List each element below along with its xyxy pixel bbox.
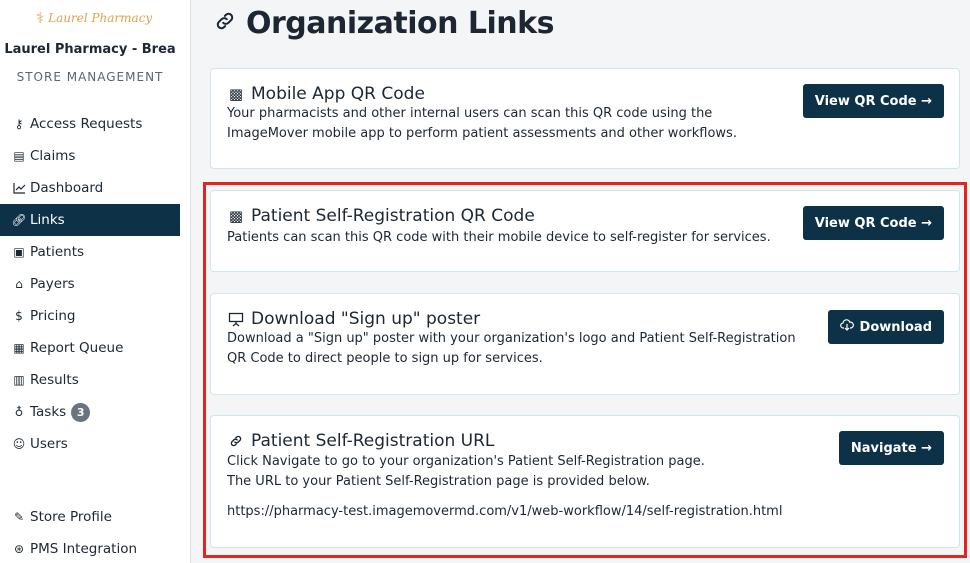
cloud-download-icon [839, 319, 854, 335]
link-icon [214, 10, 236, 38]
sidebar-item-pms-integration[interactable]: ⊛ PMS Integration [0, 533, 180, 563]
pencil-icon: ✎ [13, 510, 25, 524]
people-key-icon: ⚷ [14, 117, 24, 131]
page-header: Organization Links [214, 6, 554, 41]
card-title-text: Mobile App QR Code [251, 84, 425, 104]
sidebar-item-pricing[interactable]: $ Pricing [0, 300, 180, 332]
view-mobile-qr-button[interactable]: View QR Code → [802, 84, 944, 118]
card-title-text: Patient Self-Registration QR Code [251, 206, 535, 226]
sidebar-item-claims[interactable]: ▤ Claims [0, 140, 180, 172]
bank-icon: ⌂ [15, 277, 23, 291]
card-patient-self-registration-qr: ▩ Patient Self-Registration QR Code Pati… [210, 190, 960, 272]
report-icon: ▦ [13, 341, 25, 355]
sidebar-item-access-requests[interactable]: ⚷ Access Requests [0, 108, 180, 140]
sidebar-item-label: Payers [30, 276, 75, 292]
sidebar-item-label: Users [30, 436, 68, 452]
sidebar-item-label: Claims [30, 148, 76, 164]
card-description: Download a "Sign up" poster with your or… [227, 331, 796, 366]
store-name: Laurel Pharmacy - Brea [4, 42, 176, 57]
card-download-poster: Download "Sign up" poster Download a "Si… [210, 293, 960, 395]
sidebar-item-label: Dashboard [30, 180, 104, 196]
download-poster-button[interactable]: Download [827, 310, 944, 344]
card-description-line-2: The URL to your Patient Self-Registratio… [227, 474, 650, 489]
sidebar-item-links[interactable]: 🔗︎ Links [0, 204, 180, 236]
logo-text: Laurel Pharmacy [48, 11, 153, 25]
card-description: Patients can scan this QR code with thei… [227, 230, 771, 245]
sidebar-item-report-queue[interactable]: ▦ Report Queue [0, 332, 180, 364]
card-mobile-app-qr: ▩ Mobile App QR Code Your pharmacists an… [210, 68, 960, 169]
download-button-label: Download [859, 319, 932, 335]
users-icon: ☺ [12, 437, 26, 451]
sidebar-item-users[interactable]: ☺ Users [0, 428, 180, 460]
sidebar-item-label: Tasks [30, 404, 67, 420]
sidebar-item-label: Store Profile [30, 509, 112, 525]
sidebar-item-patients[interactable]: ▣ Patients [0, 236, 180, 268]
price-tag-icon: $ [15, 309, 23, 323]
sidebar-nav: ⚷ Access Requests ▤ Claims Dashboard 🔗︎ … [0, 108, 180, 460]
presentation-board-icon [227, 312, 245, 327]
sidebar-item-label: PMS Integration [30, 541, 138, 557]
line-chart-icon [11, 182, 27, 194]
sidebar-item-label: Links [30, 212, 65, 228]
sidebar-item-label: Patients [30, 244, 85, 260]
qr-code-icon: ▩ [228, 85, 244, 103]
page-title: Organization Links [246, 6, 554, 41]
sidebar-item-tasks[interactable]: ♁ Tasks 3 [0, 396, 180, 428]
results-icon: ▥ [13, 373, 25, 387]
qr-code-icon: ▩ [228, 207, 244, 225]
card-description: Your pharmacists and other internal user… [227, 106, 737, 141]
pharmacy-logo-icon: ⚕ [36, 9, 45, 27]
card-patient-self-registration-url: Patient Self-Registration URL Click Navi… [210, 415, 960, 548]
card-title-text: Patient Self-Registration URL [251, 431, 495, 451]
tasks-count-badge: 3 [71, 402, 91, 422]
lightbulb-icon: ♁ [14, 405, 24, 419]
sidebar-item-results[interactable]: ▥ Results [0, 364, 180, 396]
id-card-icon: ▣ [13, 245, 25, 259]
sidebar-item-payers[interactable]: ⌂ Payers [0, 268, 180, 300]
view-patient-qr-button[interactable]: View QR Code → [802, 206, 944, 240]
card-title: Download "Sign up" poster [227, 309, 480, 329]
card-title: ▩ Patient Self-Registration QR Code [227, 206, 535, 226]
sidebar-item-dashboard[interactable]: Dashboard [0, 172, 180, 204]
store-subtitle: STORE MANAGEMENT [16, 70, 164, 84]
sidebar-bottom-nav: ✎ Store Profile ⊛ PMS Integration [0, 501, 180, 563]
document-list-icon: ▤ [13, 149, 25, 163]
link-icon [227, 434, 245, 448]
sidebar-item-store-profile[interactable]: ✎ Store Profile [0, 501, 180, 533]
link-icon: 🔗︎ [11, 213, 27, 227]
sidebar-item-label: Access Requests [30, 116, 143, 132]
sidebar: ⚕ Laurel Pharmacy Laurel Pharmacy - Brea… [0, 0, 191, 563]
sidebar-item-label: Pricing [30, 308, 76, 324]
integration-icon: ⊛ [13, 542, 25, 556]
store-logo[interactable]: ⚕ Laurel Pharmacy [36, 8, 152, 28]
card-description-line-1: Click Navigate to go to your organizatio… [227, 454, 705, 469]
navigate-button[interactable]: Navigate → [838, 431, 944, 465]
card-title: Patient Self-Registration URL [227, 431, 494, 451]
card-title: ▩ Mobile App QR Code [227, 84, 425, 104]
self-registration-url[interactable]: https://pharmacy-test.imagemovermd.com/v… [227, 502, 867, 522]
sidebar-item-label: Results [30, 372, 79, 388]
card-title-text: Download "Sign up" poster [251, 309, 481, 329]
sidebar-item-label: Report Queue [30, 340, 124, 356]
